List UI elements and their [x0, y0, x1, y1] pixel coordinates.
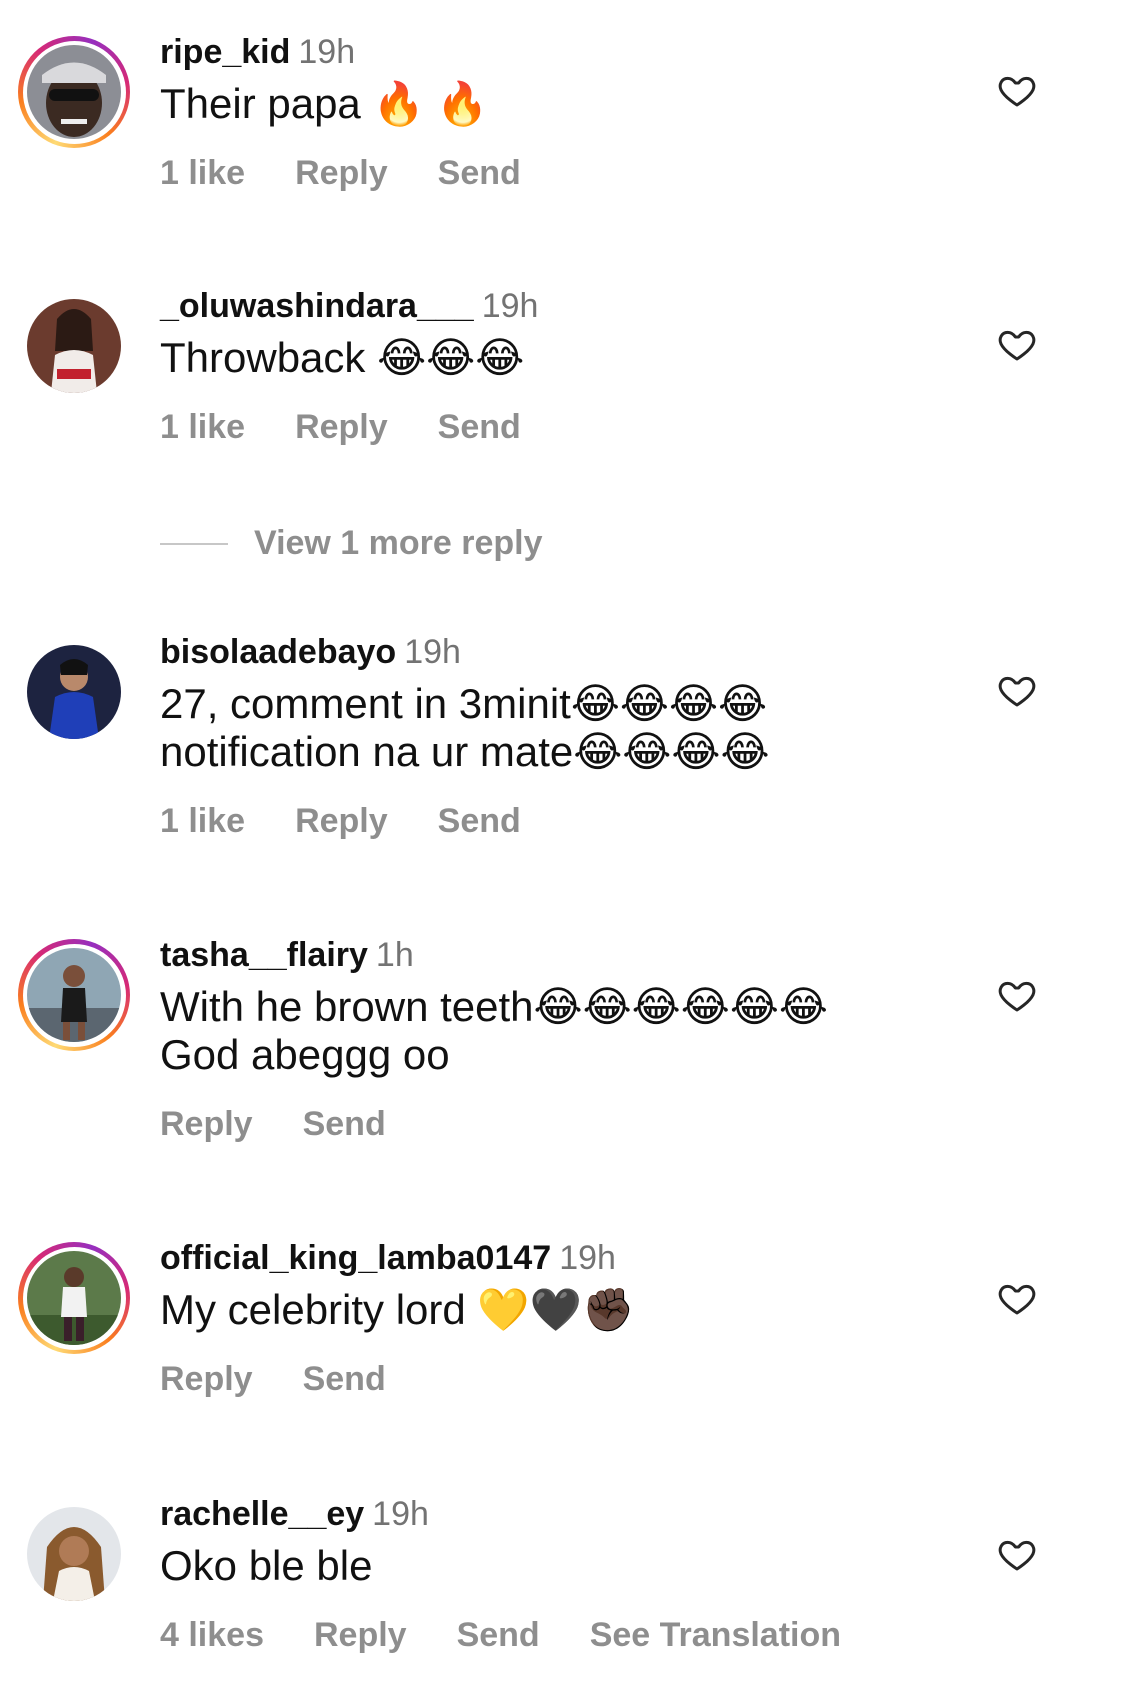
comment-text: notification na ur mate😂😂😂😂 [160, 728, 770, 775]
comment-username[interactable]: bisolaadebayo [160, 633, 396, 671]
heart-outline-icon[interactable] [997, 1534, 1037, 1574]
avatar-image [27, 948, 121, 1042]
avatar-image [27, 645, 121, 739]
comment-username[interactable]: tasha__flairy [160, 936, 368, 974]
comment-username[interactable]: rachelle__ey [160, 1495, 364, 1533]
send-button[interactable]: Send [303, 1360, 386, 1398]
view-more-replies-button[interactable]: View 1 more reply [160, 524, 543, 563]
comment-text: Oko ble ble [160, 1542, 373, 1589]
avatar[interactable] [18, 1242, 130, 1354]
send-button[interactable]: Send [438, 154, 521, 192]
heart-outline-icon[interactable] [997, 324, 1037, 364]
story-ring [18, 939, 130, 1051]
view-more-replies-label: View 1 more reply [254, 524, 543, 562]
likes-count[interactable]: 1 like [160, 154, 245, 192]
reply-button[interactable]: Reply [160, 1105, 253, 1143]
comment-username[interactable]: official_king_lamba0147 [160, 1239, 551, 1277]
avatar[interactable] [18, 290, 130, 402]
comment-text: My celebrity lord 💛🖤✊🏿 [160, 1286, 635, 1333]
avatar-image [27, 45, 121, 139]
reply-button[interactable]: Reply [160, 1360, 253, 1398]
send-button[interactable]: Send [303, 1105, 386, 1143]
comment-timestamp: 1h [375, 936, 414, 974]
comment-timestamp: 19h [298, 33, 356, 71]
avatar[interactable] [18, 939, 130, 1051]
avatar-image [27, 1251, 121, 1345]
reply-button[interactable]: Reply [314, 1616, 407, 1654]
reply-button[interactable]: Reply [295, 408, 388, 446]
comment-text: God abeggg oo [160, 1031, 450, 1078]
comment-timestamp: 19h [481, 287, 539, 325]
comment-timestamp: 19h [372, 1495, 429, 1533]
comment-text: Their papa 🔥 🔥 [160, 80, 489, 127]
story-ring [18, 1242, 130, 1354]
avatar[interactable] [18, 1498, 130, 1610]
send-button[interactable]: Send [438, 408, 521, 446]
avatar-image [27, 299, 121, 393]
likes-count[interactable]: 4 likes [160, 1616, 264, 1654]
story-ring [18, 36, 130, 148]
see-translation-button[interactable]: See Translation [590, 1616, 841, 1654]
avatar[interactable] [18, 36, 130, 148]
heart-outline-icon[interactable] [997, 70, 1037, 110]
divider [160, 542, 228, 545]
comment-text: With he brown teeth😂😂😂😂😂😂 [160, 983, 828, 1030]
heart-outline-icon[interactable] [997, 975, 1037, 1015]
avatar[interactable] [18, 636, 130, 748]
comment-text: 27, comment in 3minit😂😂😂😂 [160, 680, 768, 727]
likes-count[interactable]: 1 like [160, 408, 245, 446]
heart-outline-icon[interactable] [997, 670, 1037, 710]
reply-button[interactable]: Reply [295, 154, 388, 192]
send-button[interactable]: Send [438, 802, 521, 840]
send-button[interactable]: Send [457, 1616, 540, 1654]
reply-button[interactable]: Reply [295, 802, 388, 840]
heart-outline-icon[interactable] [997, 1278, 1037, 1318]
likes-count[interactable]: 1 like [160, 802, 245, 840]
comment-timestamp: 19h [559, 1239, 616, 1277]
comment-text: Throwback 😂😂😂 [160, 334, 525, 381]
avatar-image [27, 1507, 121, 1601]
comment-timestamp: 19h [404, 633, 461, 671]
comment-username[interactable]: ripe_kid [160, 33, 290, 71]
comment-username[interactable]: _oluwashindara___ [160, 287, 474, 325]
